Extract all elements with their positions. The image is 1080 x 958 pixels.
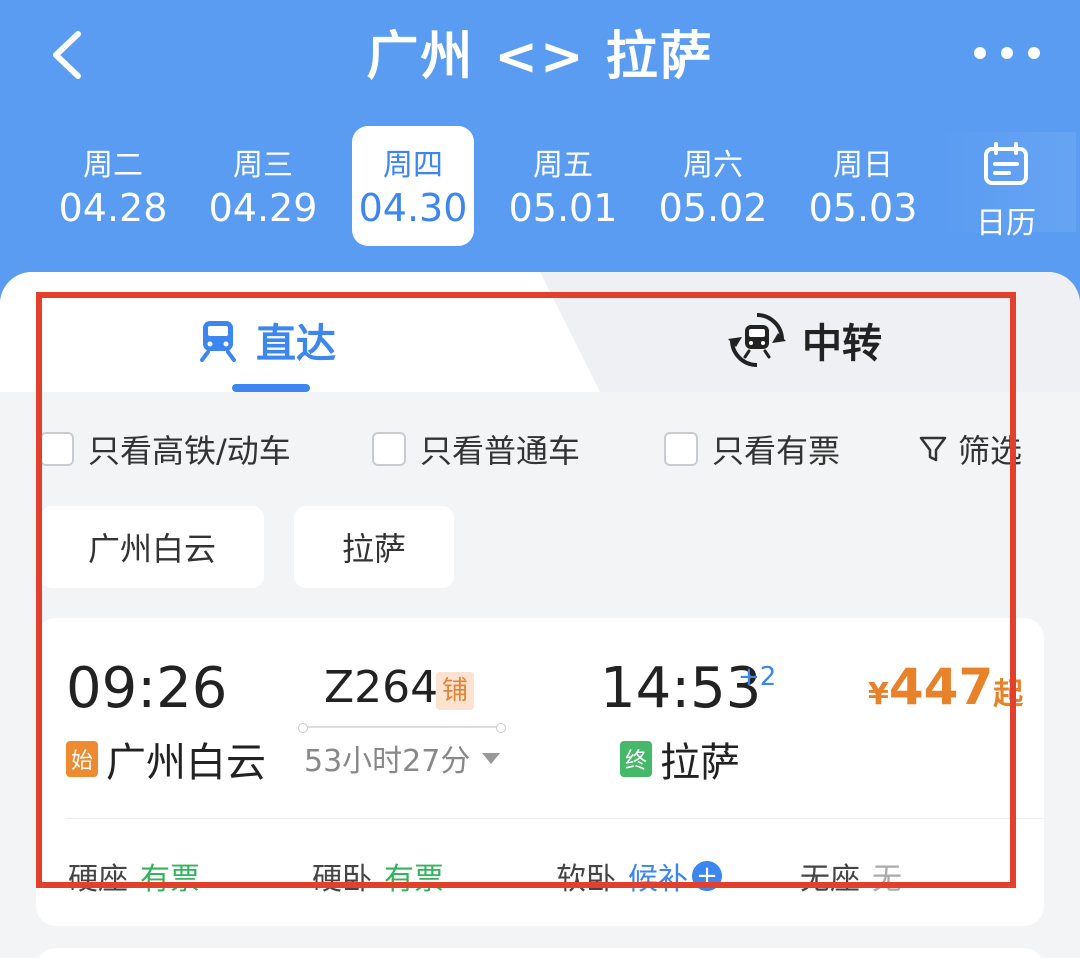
station-chip-departure[interactable]: 广州白云	[40, 506, 264, 588]
sleeper-badge: 铺	[436, 672, 474, 710]
header: 广州 <> 拉萨 周二 04.28 周三 04.29 周四 04.30 周五 0…	[0, 0, 1080, 290]
date-item[interactable]: 周二 04.28	[52, 126, 174, 246]
date-selector: 周二 04.28 周三 04.29 周四 04.30 周五 05.01 周六 0…	[40, 126, 940, 250]
calendar-button[interactable]: 日历	[936, 132, 1076, 241]
page-title: 广州 <> 拉萨	[366, 27, 714, 87]
tab-active-indicator	[232, 384, 310, 392]
funnel-icon	[919, 436, 947, 462]
tab-bar: 直达 中转	[0, 272, 1080, 392]
filter-high-speed[interactable]: 只看高铁/动车	[40, 426, 291, 472]
start-tag: 始	[66, 741, 98, 777]
train-card[interactable]: 09:26 Z264 铺 53小时27分 14:53 +2 始 广州白云 终 拉…	[36, 618, 1044, 926]
caret-down-icon	[482, 752, 501, 764]
filter-regular-train[interactable]: 只看普通车	[372, 426, 580, 472]
date-item-selected[interactable]: 周四 04.30	[352, 126, 474, 246]
checkbox[interactable]	[40, 432, 74, 466]
waitlist-add-icon[interactable]: +	[692, 861, 722, 891]
seat-hard-seat: 硬座 有票	[68, 862, 200, 897]
divider	[66, 818, 1044, 819]
train-number: Z264	[324, 662, 439, 713]
date-item[interactable]: 周六 05.02	[652, 126, 774, 246]
results-panel: 直达 中转 只看高铁/动车 只看普通车 只看有票 筛选 广州白云 拉萨 09:2…	[0, 272, 1080, 958]
seat-hard-sleeper: 硬卧 有票	[312, 862, 444, 897]
filter-button[interactable]: 筛选	[918, 426, 1022, 472]
date-item[interactable]: 周三 04.29	[202, 126, 324, 246]
checkbox[interactable]	[664, 432, 698, 466]
transfer-train-icon	[728, 313, 786, 367]
end-tag: 终	[620, 741, 652, 777]
plus-days: +2	[738, 662, 777, 692]
calendar-icon	[984, 142, 1028, 185]
seat-soft-sleeper: 软卧 候补 +	[556, 854, 722, 898]
calendar-label: 日历	[976, 206, 1036, 241]
next-train-card[interactable]	[36, 948, 1044, 958]
date-item[interactable]: 周日 05.03	[802, 126, 924, 246]
departure-station: 始 广州白云	[66, 730, 266, 788]
date-item[interactable]: 周五 05.01	[502, 126, 624, 246]
more-dots-icon	[974, 47, 986, 59]
filter-bar: 只看高铁/动车 只看普通车 只看有票 筛选	[0, 412, 1080, 482]
duration[interactable]: 53小时27分	[304, 736, 501, 780]
route-line	[298, 723, 506, 733]
filter-available-only[interactable]: 只看有票	[664, 426, 840, 472]
tab-direct-label: 直达	[256, 321, 336, 367]
train-icon	[200, 321, 236, 362]
tab-transfer[interactable]: 中转	[728, 310, 882, 370]
tab-transfer-label: 中转	[802, 321, 882, 367]
departure-time: 09:26	[66, 656, 228, 721]
more-button[interactable]	[974, 38, 1040, 68]
arrival-station: 终 拉萨	[620, 730, 740, 788]
tab-direct[interactable]: 直达	[196, 310, 336, 370]
seat-no-seat: 无座 无	[800, 862, 902, 897]
price: ¥ 447 起	[868, 658, 1024, 716]
checkbox[interactable]	[372, 432, 406, 466]
station-chip-arrival[interactable]: 拉萨	[294, 506, 454, 588]
